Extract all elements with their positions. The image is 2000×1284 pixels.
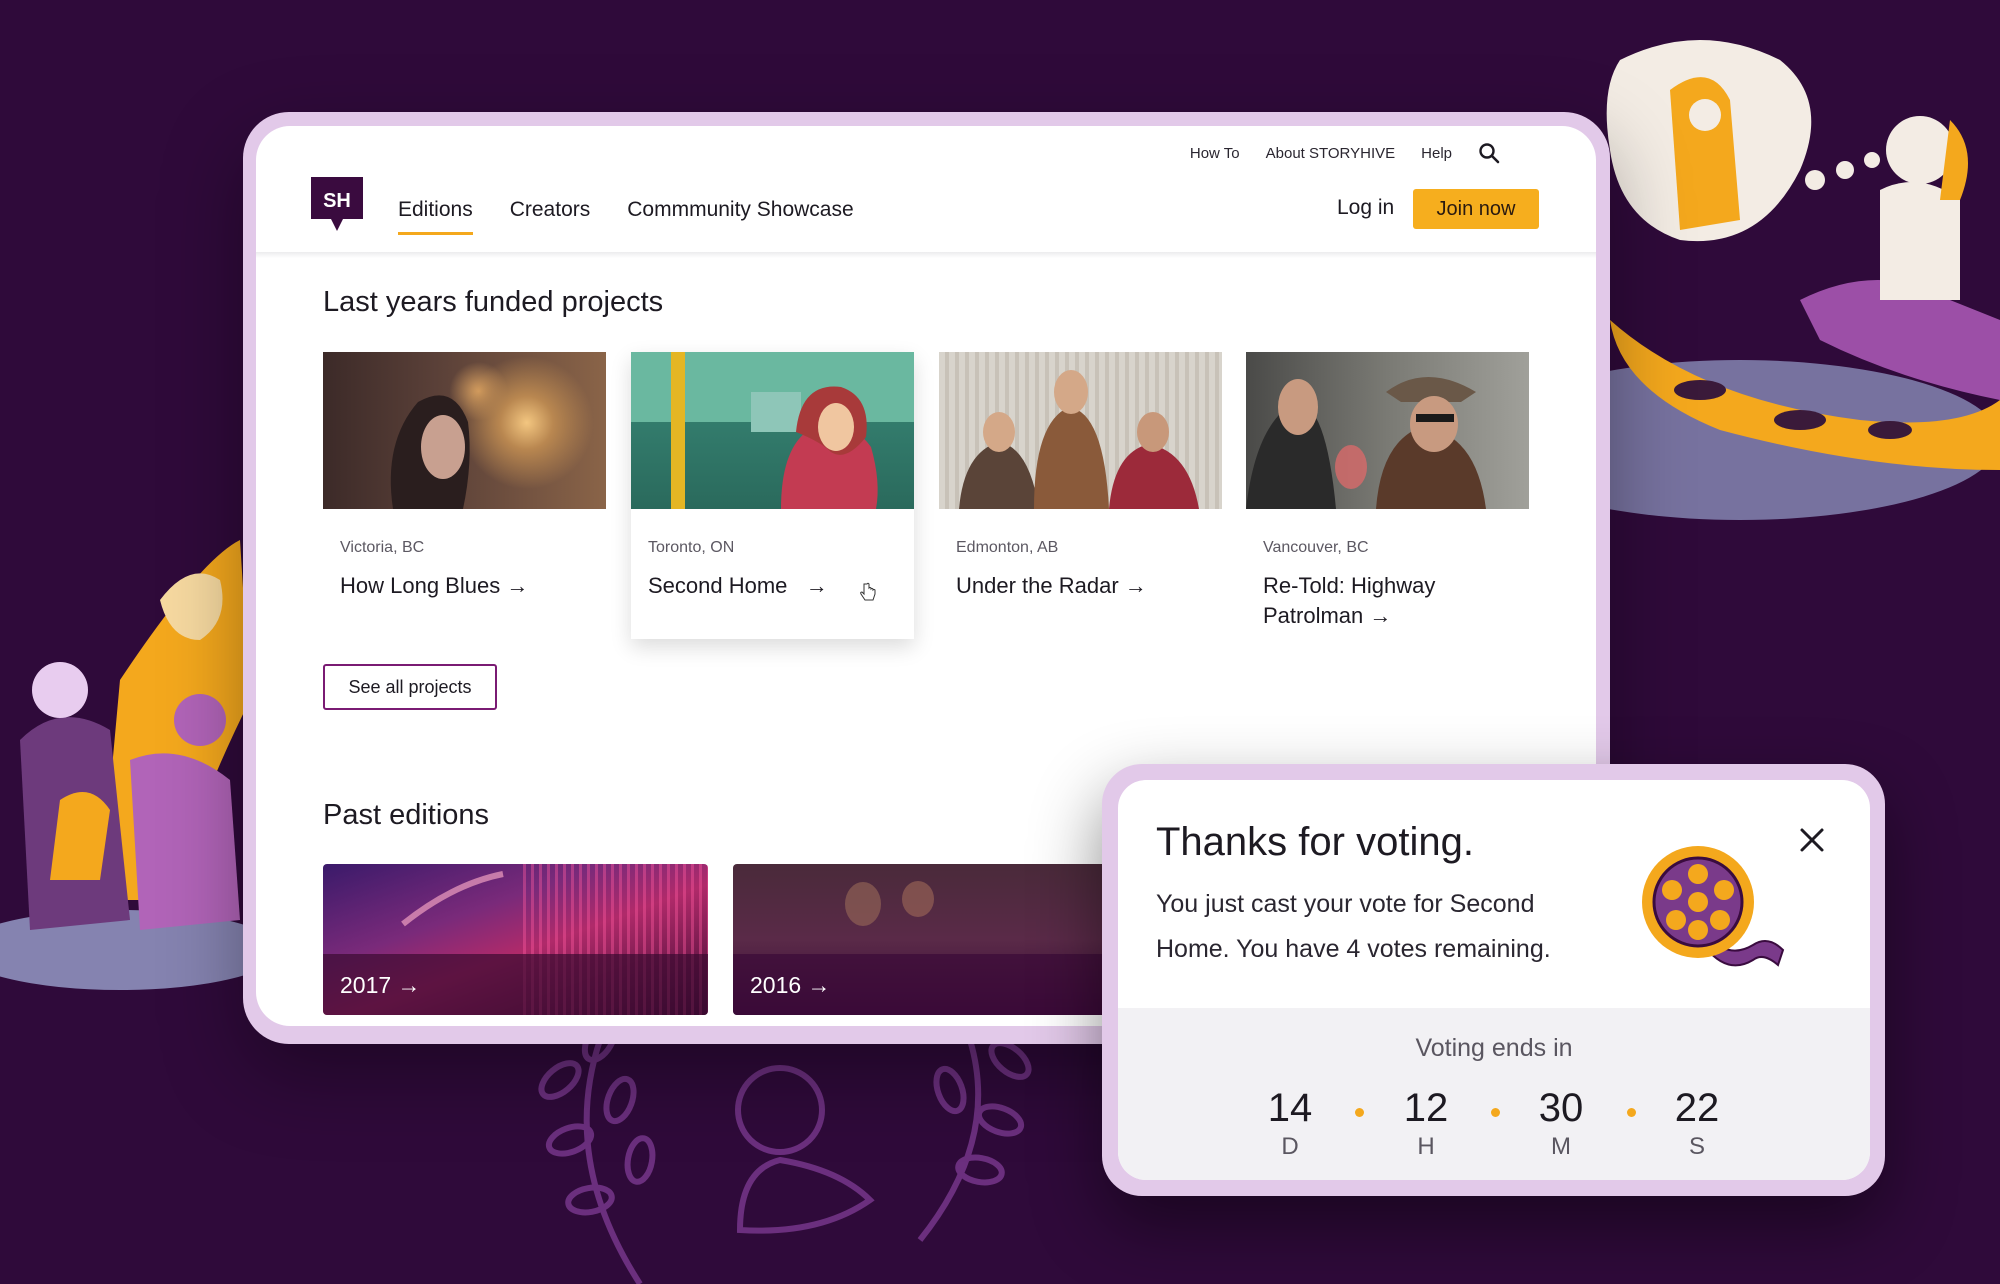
film-reel-icon [1642,846,1785,967]
nav-community-showcase[interactable]: Commmunity Showcase [627,198,853,222]
project-location: Toronto, ON [648,539,735,556]
edition-label: 2016 → [750,972,831,998]
project-title[interactable]: Under the Radar → [956,571,1206,601]
header-divider [256,252,1596,258]
utility-nav: How To About STORYHIVE Help [1190,142,1500,164]
countdown-value: 22 [1674,1086,1720,1130]
modal-title: Thanks for voting. [1156,820,1474,864]
see-all-projects-button[interactable]: See all projects [323,664,497,710]
login-link[interactable]: Log in [1337,196,1394,220]
edition-card-2016[interactable]: 2016 → [733,864,1118,1015]
join-now-button[interactable]: Join now [1413,189,1539,229]
modal-message: You just cast your vote for Second Home.… [1156,890,1551,963]
voting-modal: Thanks for voting. You just cast your vo… [1118,780,1870,1180]
project-thumbnail [939,352,1222,509]
separator-dot [1355,1108,1364,1117]
how-to-link[interactable]: How To [1190,145,1240,162]
logo-text: SH [323,190,351,212]
countdown-minutes: 30 M [1521,1086,1601,1161]
help-link[interactable]: Help [1421,145,1452,162]
project-card[interactable]: Vancouver, BC Re-Told: Highway Patrolman… [1246,352,1529,628]
nav-editions[interactable]: Editions [398,198,473,235]
project-location: Victoria, BC [340,539,425,556]
main-nav: Editions Creators Commmunity Showcase [398,198,854,235]
countdown-value: 14 [1267,1086,1313,1130]
pointer-cursor-icon [860,582,876,601]
project-card[interactable]: Victoria, BC How Long Blues → [323,352,606,598]
edition-label: 2017 → [340,972,421,998]
left-illustration [0,540,280,990]
countdown-unit: M [1551,1133,1571,1160]
search-icon[interactable] [1478,142,1500,164]
countdown-hours: 12 H [1386,1086,1466,1161]
close-icon[interactable] [1794,822,1830,858]
past-editions-heading: Past editions [323,799,490,831]
countdown-panel: Voting ends in 14 D 12 H 30 M 22 S [1118,1008,1870,1180]
project-thumbnail [323,352,606,509]
project-location: Vancouver, BC [1263,539,1369,556]
separator-dot [1491,1108,1500,1117]
project-card[interactable]: Toronto, ON Second Home → [631,352,914,639]
project-card[interactable]: Edmonton, AB Under the Radar → [939,352,1222,598]
project-thumbnail [631,352,914,509]
project-location: Edmonton, AB [956,539,1059,556]
countdown-title: Voting ends in [1415,1034,1573,1062]
storyhive-logo[interactable]: SH [311,177,363,231]
countdown-unit: S [1688,1133,1705,1160]
project-title[interactable]: Re-Told: Highway Patrolman → [1263,571,1513,631]
nav-creators[interactable]: Creators [510,198,591,222]
countdown-seconds: 22 S [1657,1086,1737,1161]
countdown-value: 12 [1403,1086,1449,1130]
countdown-unit: D [1281,1133,1299,1160]
countdown-unit: H [1417,1133,1435,1160]
edition-card-2017[interactable]: 2017 → [323,864,708,1015]
separator-dot [1627,1108,1636,1117]
countdown-days: 14 D [1250,1086,1330,1161]
countdown-value: 30 [1538,1086,1584,1130]
project-title[interactable]: How Long Blues → [340,571,590,601]
about-link[interactable]: About STORYHIVE [1266,145,1396,162]
project-thumbnail [1246,352,1529,509]
funded-projects-heading: Last years funded projects [323,286,664,318]
